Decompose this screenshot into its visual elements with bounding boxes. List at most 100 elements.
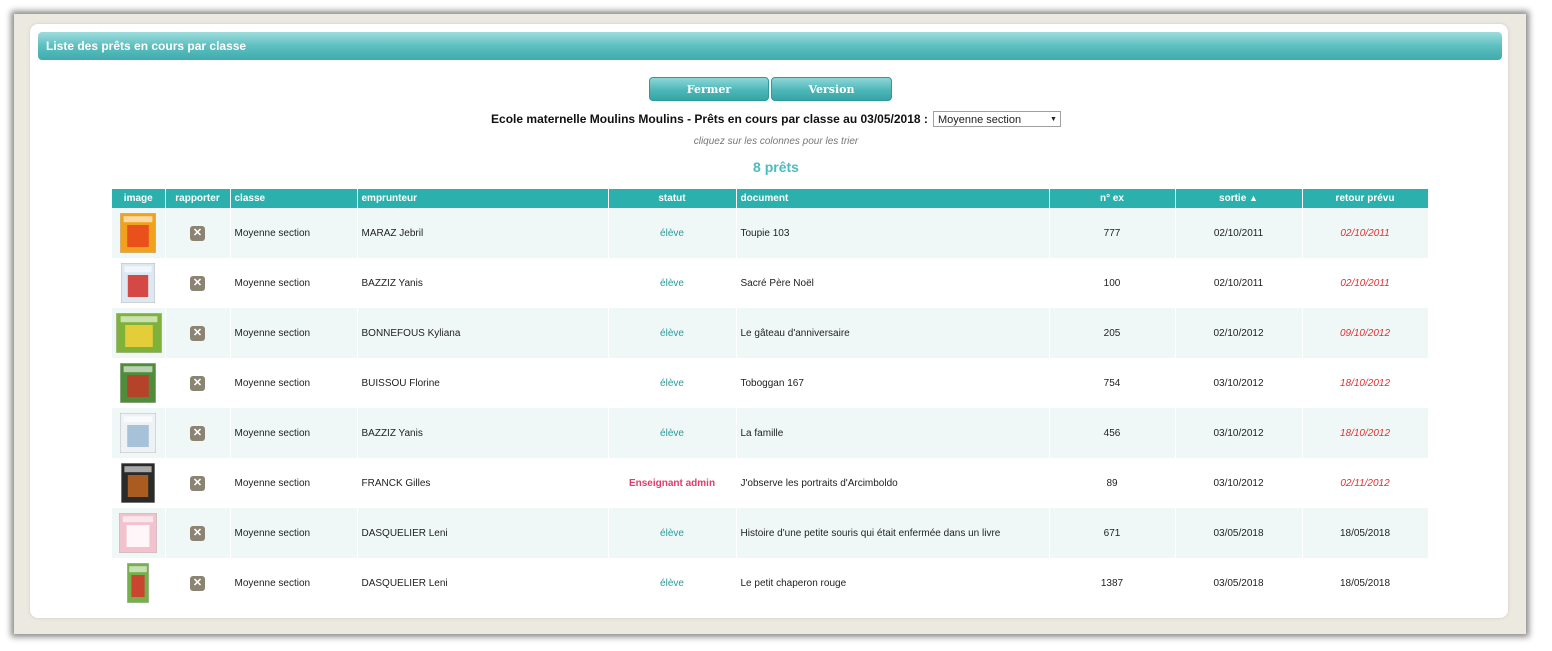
book-cover-thumbnail[interactable]	[116, 313, 162, 353]
nex-cell: 456	[1049, 408, 1176, 458]
col-header-emprunteur[interactable]: emprunteur	[357, 189, 609, 208]
cover-cell	[112, 208, 166, 258]
statut-cell: élève	[608, 558, 737, 608]
return-cell: ✕	[165, 458, 231, 508]
cover-cell	[112, 258, 166, 308]
emprunteur-cell: FRANCK Gilles	[357, 458, 609, 508]
cover-cell	[112, 458, 166, 508]
sortie-cell: 03/10/2012	[1175, 408, 1303, 458]
col-header-nex[interactable]: n° ex	[1049, 189, 1176, 208]
col-header-classe[interactable]: classe	[230, 189, 358, 208]
sort-hint: cliquez sur les colonnes pour les trier	[693, 136, 859, 147]
return-loan-button[interactable]: ✕	[190, 575, 205, 591]
cover-cell	[112, 308, 166, 358]
retour-cell: 18/05/2018	[1302, 508, 1429, 558]
return-loan-button[interactable]: ✕	[190, 375, 205, 391]
statut-cell: élève	[608, 508, 737, 558]
statut-cell: élève	[608, 358, 737, 408]
nex-cell: 100	[1049, 258, 1176, 308]
loans-table: image rapporter classe emprunteur statut…	[112, 189, 1429, 608]
nex-cell: 777	[1049, 208, 1176, 258]
sortie-cell: 03/10/2012	[1175, 458, 1303, 508]
return-loan-button[interactable]: ✕	[190, 525, 205, 541]
book-cover-thumbnail[interactable]	[120, 363, 157, 403]
nex-cell: 671	[1049, 508, 1176, 558]
retour-cell: 18/05/2018	[1302, 558, 1429, 608]
book-cover-thumbnail[interactable]	[127, 563, 150, 603]
col-header-image[interactable]: image	[112, 189, 166, 208]
table-row: ✕ Moyenne section BAZZIZ Yanis élève Sacré P…	[112, 258, 1429, 308]
return-loan-button[interactable]: ✕	[190, 475, 205, 491]
classe-cell: Moyenne section	[230, 508, 358, 558]
col-header-sortie[interactable]: sortie ▲	[1175, 189, 1303, 208]
sortie-cell: 02/10/2012	[1175, 308, 1303, 358]
classe-cell: Moyenne section	[230, 408, 358, 458]
dropdown-arrow-icon: ▼	[1050, 116, 1057, 123]
panel-title: Liste des prêts en cours par classe	[38, 32, 1502, 60]
retour-cell: 18/10/2012	[1302, 358, 1429, 408]
print-version-button[interactable]: Version imprimable	[771, 77, 892, 120]
emprunteur-cell: BONNEFOUS Kyliana	[357, 308, 609, 358]
return-cell: ✕	[165, 408, 231, 458]
emprunteur-cell: DASQUELIER Leni	[357, 508, 609, 558]
emprunteur-cell: BAZZIZ Yanis	[357, 408, 609, 458]
return-loan-button[interactable]: ✕	[190, 425, 205, 441]
retour-cell: 18/10/2012	[1302, 408, 1429, 458]
table-row: ✕ Moyenne section BONNEFOUS Kyliana élève Le…	[112, 308, 1429, 358]
table-row: ✕ Moyenne section BUISSOU Florine élève Tobo…	[112, 358, 1429, 408]
cover-cell	[112, 408, 166, 458]
cover-cell	[112, 558, 166, 608]
col-header-sortie-label: sortie	[1219, 193, 1247, 204]
classe-cell: Moyenne section	[230, 308, 358, 358]
document-cell: Toboggan 167	[736, 358, 1050, 408]
page-heading: Ecole maternelle Moulins Moulins - Prêts…	[491, 112, 928, 126]
classe-cell: Moyenne section	[230, 458, 358, 508]
document-cell: Sacré Père Noël	[736, 258, 1050, 308]
col-header-document[interactable]: document	[736, 189, 1050, 208]
table-row: ✕ Moyenne section FRANCK Gilles Enseignant …	[112, 458, 1429, 508]
return-loan-button[interactable]: ✕	[190, 325, 205, 341]
cover-cell	[112, 508, 166, 558]
table-row: ✕ Moyenne section BAZZIZ Yanis élève La fami…	[112, 408, 1429, 458]
book-cover-thumbnail[interactable]	[121, 463, 156, 503]
statut-cell: élève	[608, 408, 737, 458]
book-cover-thumbnail[interactable]	[121, 263, 156, 303]
table-header-row: image rapporter classe emprunteur statut…	[112, 189, 1429, 208]
sortie-cell: 03/10/2012	[1175, 358, 1303, 408]
class-select[interactable]: Moyenne section ▼	[932, 111, 1061, 127]
return-cell: ✕	[165, 208, 231, 258]
document-cell: La famille	[736, 408, 1050, 458]
loan-count: 8 prêts	[753, 159, 799, 175]
class-select-value: Moyenne section	[937, 114, 1022, 126]
statut-cell: élève	[608, 208, 737, 258]
emprunteur-cell: MARAZ Jebril	[357, 208, 609, 258]
document-cell: Le gâteau d'anniversaire	[736, 308, 1050, 358]
return-loan-button[interactable]: ✕	[190, 225, 205, 241]
col-header-retour[interactable]: retour prévu	[1302, 189, 1429, 208]
col-header-statut[interactable]: statut	[608, 189, 737, 208]
retour-cell: 02/10/2011	[1302, 208, 1429, 258]
return-cell: ✕	[165, 308, 231, 358]
book-cover-thumbnail[interactable]	[120, 213, 157, 253]
sortie-cell: 03/05/2018	[1175, 508, 1303, 558]
emprunteur-cell: BAZZIZ Yanis	[357, 258, 609, 308]
return-loan-button[interactable]: ✕	[190, 275, 205, 291]
retour-cell: 02/10/2011	[1302, 258, 1429, 308]
nex-cell: 89	[1049, 458, 1176, 508]
document-cell: J'observe les portraits d'Arcimboldo	[736, 458, 1050, 508]
retour-cell: 09/10/2012	[1302, 308, 1429, 358]
classe-cell: Moyenne section	[230, 558, 358, 608]
cover-cell	[112, 358, 166, 408]
col-header-rapporter[interactable]: rapporter	[165, 189, 231, 208]
table-row: ✕ Moyenne section DASQUELIER Leni élève Hist…	[112, 508, 1429, 558]
return-cell: ✕	[165, 358, 231, 408]
document-cell: Histoire d'une petite souris qui était e…	[736, 508, 1050, 558]
statut-cell: élève	[608, 308, 737, 358]
statut-cell: Enseignant admin	[608, 458, 737, 508]
book-cover-thumbnail[interactable]	[120, 413, 157, 453]
close-button[interactable]: Fermer	[649, 77, 769, 101]
heading-line: Ecole maternelle Moulins Moulins - Prêts…	[0, 111, 1552, 127]
classe-cell: Moyenne section	[230, 258, 358, 308]
book-cover-thumbnail[interactable]	[119, 513, 158, 553]
emprunteur-cell: DASQUELIER Leni	[357, 558, 609, 608]
